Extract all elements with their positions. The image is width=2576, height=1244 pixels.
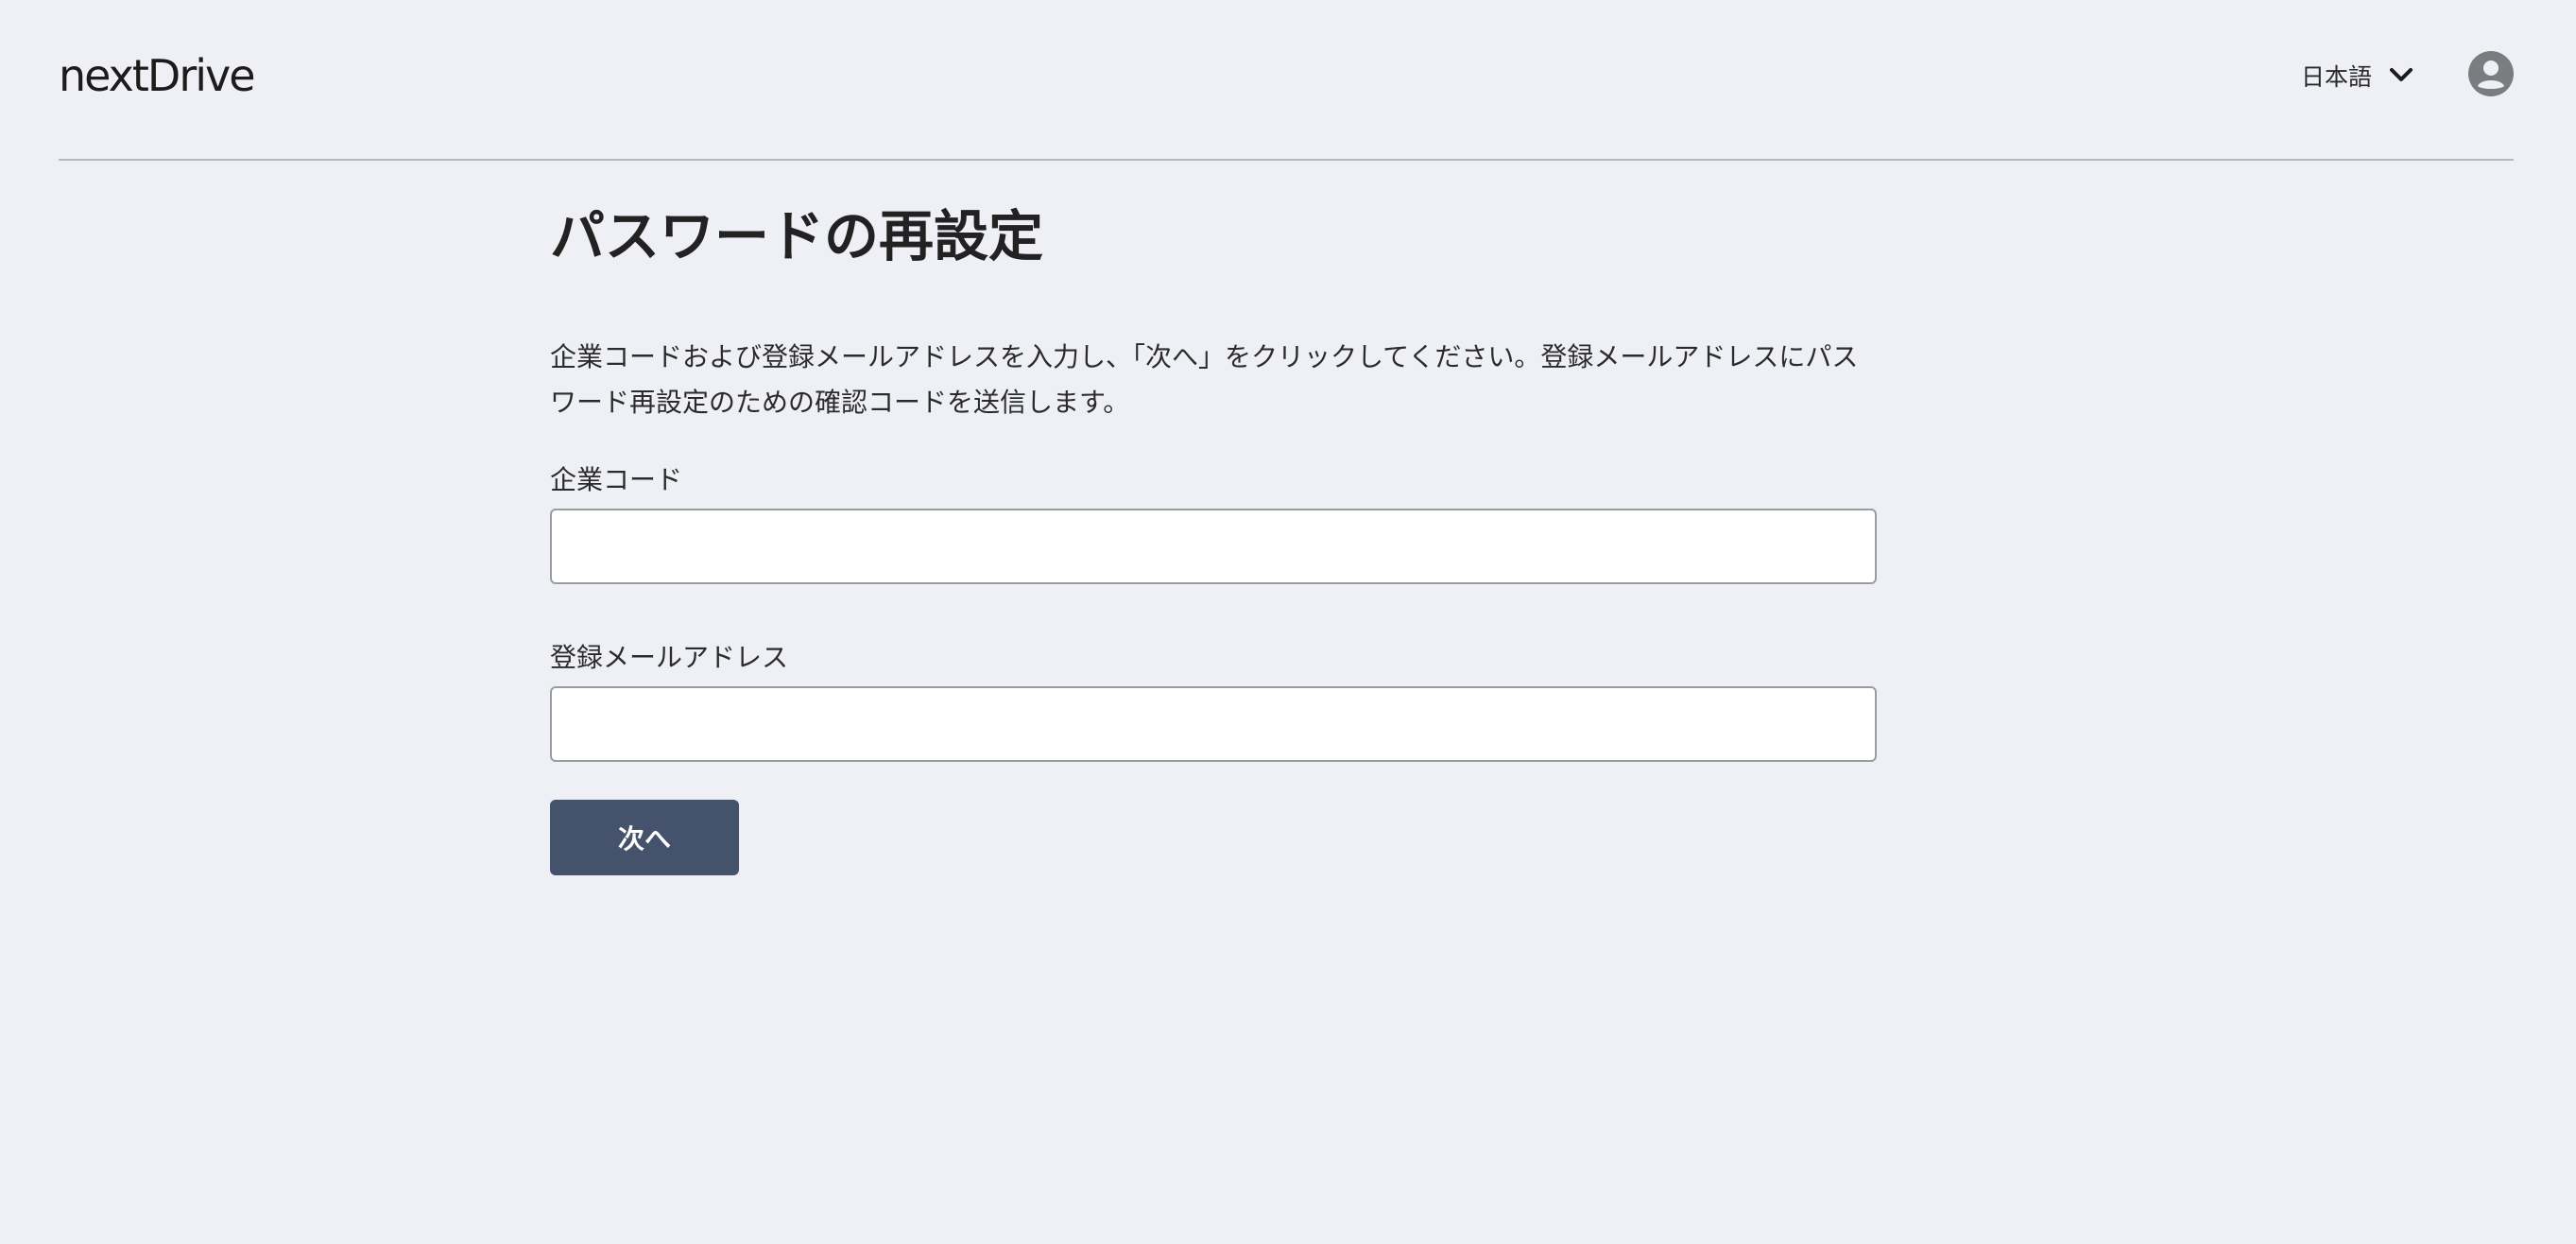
user-account-icon[interactable]	[2468, 51, 2514, 96]
chevron-down-icon	[2390, 68, 2413, 81]
company-code-input[interactable]	[550, 509, 1877, 584]
password-reset-form: パスワードの再設定 企業コードおよび登録メールアドレスを入力し、「次へ」をクリッ…	[550, 199, 1877, 875]
email-label: 登録メールアドレス	[550, 642, 789, 673]
language-label: 日本語	[2300, 63, 2372, 91]
next-button[interactable]: 次へ	[550, 800, 739, 875]
company-code-label: 企業コード	[550, 464, 683, 495]
email-input[interactable]	[550, 686, 1877, 762]
top-header: nextDrive 日本語	[59, 0, 2514, 161]
page-title: パスワードの再設定	[550, 204, 1044, 268]
nextdrive-logo[interactable]: nextDrive	[59, 47, 256, 104]
language-selector[interactable]: 日本語	[2301, 59, 2413, 93]
instructions-text: 企業コードおよび登録メールアドレスを入力し、「次へ」をクリックしてください。登録…	[550, 341, 1859, 418]
